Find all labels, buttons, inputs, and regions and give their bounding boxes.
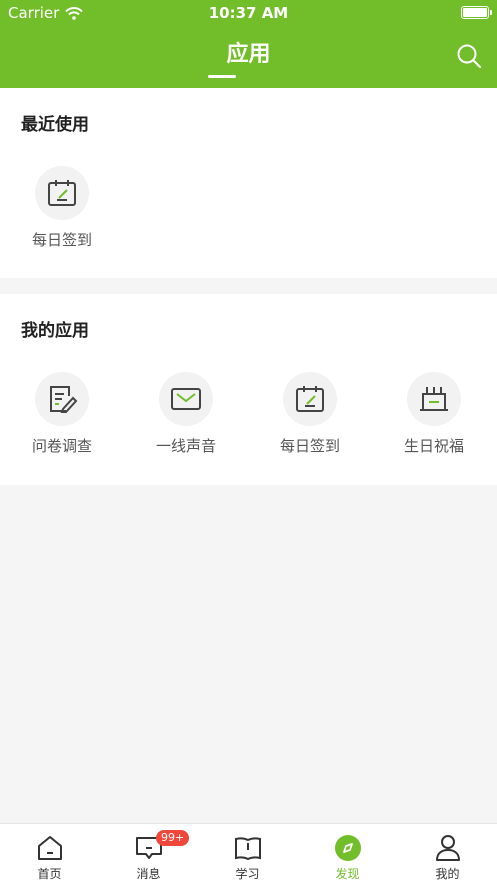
- mail-icon: [171, 388, 201, 410]
- survey-icon: [50, 386, 78, 413]
- tab-label: 学习: [235, 867, 260, 881]
- app-label: 每日签到: [279, 437, 340, 455]
- profile-icon: [435, 835, 460, 861]
- tab-label: 我的: [435, 867, 460, 881]
- tab-label: 首页: [37, 867, 62, 881]
- home-icon: [37, 836, 62, 860]
- bottom-tab-bar: 首页 消息 99+ 学习 发现 我的: [0, 823, 497, 883]
- search-button[interactable]: [453, 40, 485, 72]
- battery-icon: [461, 6, 492, 19]
- tab-discover[interactable]: 发现: [298, 824, 397, 883]
- tab-learning[interactable]: 学习: [198, 824, 297, 883]
- tab-home[interactable]: 首页: [0, 824, 99, 883]
- section-title-recent: 最近使用: [21, 115, 89, 135]
- book-icon: [234, 837, 261, 861]
- app-label: 生日祝福: [403, 437, 464, 455]
- app-survey[interactable]: 问卷调查: [0, 372, 124, 456]
- section-title-mine: 我的应用: [21, 321, 89, 341]
- recent-section: 最近使用 每日签到: [0, 88, 497, 278]
- tab-label: 发现: [335, 867, 360, 881]
- app-label: 问卷调查: [31, 437, 92, 455]
- tab-label: 消息: [136, 867, 161, 881]
- app-daily-signin-recent[interactable]: 每日签到: [0, 166, 124, 250]
- status-bar: Carrier 10:37 AM: [0, 0, 497, 24]
- unread-badge: 99+: [156, 830, 190, 846]
- status-time: 10:37 AM: [208, 4, 289, 22]
- app-icon-bg: [35, 166, 89, 220]
- app-icon-bg: [159, 372, 213, 426]
- tab-profile[interactable]: 我的: [398, 824, 497, 883]
- app-icon-bg: [35, 372, 89, 426]
- compass-icon: [334, 835, 361, 861]
- search-icon: [457, 44, 481, 68]
- calendar-check-icon: [48, 180, 76, 206]
- app-icon-bg: [407, 372, 461, 426]
- app-label: 一线声音: [155, 437, 216, 455]
- app-birthday-wishes[interactable]: 生日祝福: [372, 372, 496, 456]
- app-icon-bg: [283, 372, 337, 426]
- tab-messages[interactable]: 消息 99+: [99, 824, 198, 883]
- my-apps-section: 我的应用 问卷调查 一线声音 每日签到 生日祝福: [0, 294, 497, 485]
- app-daily-signin[interactable]: 每日签到: [248, 372, 372, 456]
- calendar-check-icon: [296, 386, 324, 412]
- page-title: 应用: [226, 42, 271, 67]
- cake-icon: [420, 387, 448, 411]
- title-indicator: [208, 75, 236, 78]
- app-frontline-voice[interactable]: 一线声音: [124, 372, 248, 456]
- app-header: Carrier 10:37 AM 应用: [0, 0, 497, 88]
- app-label: 每日签到: [31, 231, 92, 249]
